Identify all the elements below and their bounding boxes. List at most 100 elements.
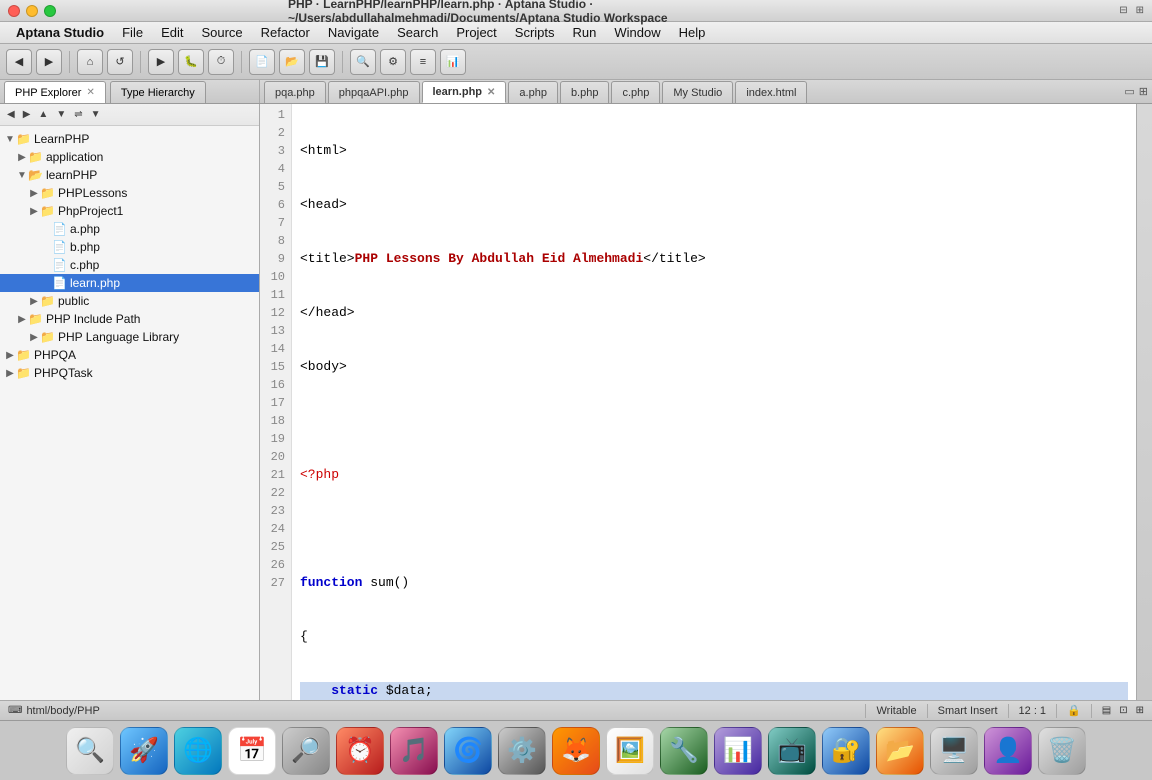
status-insert-mode: Smart Insert bbox=[938, 705, 998, 717]
php-explorer-close[interactable]: ✕ bbox=[86, 87, 94, 98]
php-explorer-label: PHP Explorer bbox=[15, 87, 81, 99]
toolbar-run[interactable]: ▶ bbox=[148, 49, 174, 75]
ln-4: 4 bbox=[266, 160, 285, 178]
toolbar-open[interactable]: 📂 bbox=[279, 49, 305, 75]
dock-itunes[interactable]: 🎵 bbox=[390, 727, 438, 775]
tab-learn[interactable]: learn.php ✕ bbox=[422, 81, 507, 103]
line-numbers: 1 2 3 4 5 6 7 8 9 10 11 12 13 14 15 16 1 bbox=[260, 104, 292, 700]
tab-php-explorer[interactable]: PHP Explorer ✕ bbox=[4, 81, 106, 103]
tree-phplessons[interactable]: ▶ 📁 PHPLessons bbox=[0, 184, 259, 202]
toolbar-back[interactable]: ◀ bbox=[6, 49, 32, 75]
menu-source[interactable]: Source bbox=[193, 23, 250, 42]
tab-c[interactable]: c.php bbox=[611, 81, 660, 103]
tab-pqa[interactable]: pqa.php bbox=[264, 81, 326, 103]
ln-6: 6 bbox=[266, 196, 285, 214]
tree-php-lang[interactable]: ▶ 📁 PHP Language Library bbox=[0, 328, 259, 346]
tab-a[interactable]: a.php bbox=[508, 81, 558, 103]
menu-help[interactable]: Help bbox=[671, 23, 714, 42]
tab-b[interactable]: b.php bbox=[560, 81, 610, 103]
tree-learnphp-root[interactable]: ▼ 📁 LearnPHP bbox=[0, 130, 259, 148]
full-area: PHP Explorer ✕ Type Hierarchy pqa.php ph… bbox=[0, 80, 1152, 720]
tree-phpqa[interactable]: ▶ 📁 PHPQA bbox=[0, 346, 259, 364]
toolbar-home[interactable]: ⌂ bbox=[77, 49, 103, 75]
dock-dashboard[interactable]: 📊 bbox=[714, 727, 762, 775]
dock-spotlight[interactable]: 🔎 bbox=[282, 727, 330, 775]
dock-firefox[interactable]: 🦊 bbox=[552, 727, 600, 775]
minimize-panel-btn[interactable]: ▭ bbox=[1124, 85, 1134, 98]
tree-b-php[interactable]: 📄 b.php bbox=[0, 238, 259, 256]
dock-dvd[interactable]: 📺 bbox=[768, 727, 816, 775]
tree-toolbar: ◀ ▶ ▲ ▼ ⇌ ▼ bbox=[0, 104, 259, 126]
menu-project[interactable]: Project bbox=[448, 23, 504, 42]
dock-trash[interactable]: 🗑️ bbox=[1038, 727, 1086, 775]
menu-search[interactable]: Search bbox=[389, 23, 446, 42]
toolbar-search[interactable]: 🔍 bbox=[350, 49, 376, 75]
maximize-button[interactable] bbox=[44, 5, 56, 17]
menu-navigate[interactable]: Navigate bbox=[320, 23, 387, 42]
dock-user[interactable]: 👤 bbox=[984, 727, 1032, 775]
tree-c-php[interactable]: 📄 c.php bbox=[0, 256, 259, 274]
tree-php-include[interactable]: ▶ 📁 PHP Include Path bbox=[0, 310, 259, 328]
tree-link[interactable]: ⇌ bbox=[71, 108, 85, 121]
code-lines[interactable]: <html> <head> <title>PHP Lessons By Abdu… bbox=[292, 104, 1136, 700]
toolbar-forward[interactable]: ▶ bbox=[36, 49, 62, 75]
toolbar-new[interactable]: 📄 bbox=[249, 49, 275, 75]
close-button[interactable] bbox=[8, 5, 20, 17]
code-editor[interactable]: 1 2 3 4 5 6 7 8 9 10 11 12 13 14 15 16 1 bbox=[260, 104, 1136, 700]
dock-tools[interactable]: 🔧 bbox=[660, 727, 708, 775]
ln-15: 15 bbox=[266, 358, 285, 376]
dock-calendar[interactable]: 📅 bbox=[228, 727, 276, 775]
tree-phpqtask[interactable]: ▶ 📁 PHPQTask bbox=[0, 364, 259, 382]
tab-indexhtml[interactable]: index.html bbox=[735, 81, 807, 103]
menu-run[interactable]: Run bbox=[565, 23, 605, 42]
dock-photos[interactable]: 🖼️ bbox=[606, 727, 654, 775]
dock-finder[interactable]: 🔍 bbox=[66, 727, 114, 775]
dock-files[interactable]: 📂 bbox=[876, 727, 924, 775]
tab-learn-close[interactable]: ✕ bbox=[487, 87, 495, 98]
toolbar-extra2[interactable]: 📊 bbox=[440, 49, 466, 75]
tab-mystudio[interactable]: My Studio bbox=[662, 81, 733, 103]
menu-window[interactable]: Window bbox=[606, 23, 668, 42]
tree-learnphp-folder[interactable]: ▼ 📂 learnPHP bbox=[0, 166, 259, 184]
tree-arrow-learnphp: ▼ bbox=[4, 134, 16, 145]
menu-refactor[interactable]: Refactor bbox=[253, 23, 318, 42]
tree-public[interactable]: ▶ 📁 public bbox=[0, 292, 259, 310]
tree-back[interactable]: ◀ bbox=[4, 108, 18, 121]
dock-timemachine[interactable]: ⏰ bbox=[336, 727, 384, 775]
editor-area[interactable]: 1 2 3 4 5 6 7 8 9 10 11 12 13 14 15 16 1 bbox=[260, 104, 1136, 700]
tree-label-learn-php: learn.php bbox=[70, 276, 120, 290]
toolbar-sep-3 bbox=[241, 51, 242, 73]
tree-a-php[interactable]: 📄 a.php bbox=[0, 220, 259, 238]
dock-aptana[interactable]: 🌀 bbox=[444, 727, 492, 775]
menu-edit[interactable]: Edit bbox=[153, 23, 191, 42]
toolbar-save[interactable]: 💾 bbox=[309, 49, 335, 75]
minimize-button[interactable] bbox=[26, 5, 38, 17]
menu-file[interactable]: File bbox=[114, 23, 151, 42]
tree-label-phpproject1: PhpProject1 bbox=[58, 204, 123, 218]
dock-settings[interactable]: ⚙️ bbox=[498, 727, 546, 775]
menu-scripts[interactable]: Scripts bbox=[507, 23, 563, 42]
tree-learn-php[interactable]: 📄 learn.php bbox=[0, 274, 259, 292]
tab-phpqaapi[interactable]: phpqaAPI.php bbox=[328, 81, 420, 103]
tree-label-php-include: PHP Include Path bbox=[46, 312, 141, 326]
dock-keychain[interactable]: 🔐 bbox=[822, 727, 870, 775]
toolbar-profile[interactable]: ⏱ bbox=[208, 49, 234, 75]
tree-application[interactable]: ▶ 📁 application bbox=[0, 148, 259, 166]
dock-monitor[interactable]: 🖥️ bbox=[930, 727, 978, 775]
maximize-panel-btn[interactable]: ⊞ bbox=[1139, 85, 1148, 98]
tree-menu[interactable]: ▼ bbox=[88, 108, 104, 121]
toolbar-extra1[interactable]: ≡ bbox=[410, 49, 436, 75]
tree-collapse[interactable]: ▼ bbox=[53, 108, 69, 121]
tree-phpproject1[interactable]: ▶ 📁 PhpProject1 bbox=[0, 202, 259, 220]
dock-safari[interactable]: 🌐 bbox=[174, 727, 222, 775]
tree-forward[interactable]: ▶ bbox=[20, 108, 34, 121]
toolbar-settings[interactable]: ⚙ bbox=[380, 49, 406, 75]
tree-up[interactable]: ▲ bbox=[35, 108, 51, 121]
dock-launchpad[interactable]: 🚀 bbox=[120, 727, 168, 775]
code-line-8 bbox=[300, 520, 1128, 538]
toolbar-refresh[interactable]: ↺ bbox=[107, 49, 133, 75]
title-icon-2: ⊞ bbox=[1136, 5, 1144, 16]
tab-type-hierarchy[interactable]: Type Hierarchy bbox=[110, 81, 206, 103]
menu-app-name[interactable]: Aptana Studio bbox=[8, 23, 112, 42]
toolbar-debug[interactable]: 🐛 bbox=[178, 49, 204, 75]
